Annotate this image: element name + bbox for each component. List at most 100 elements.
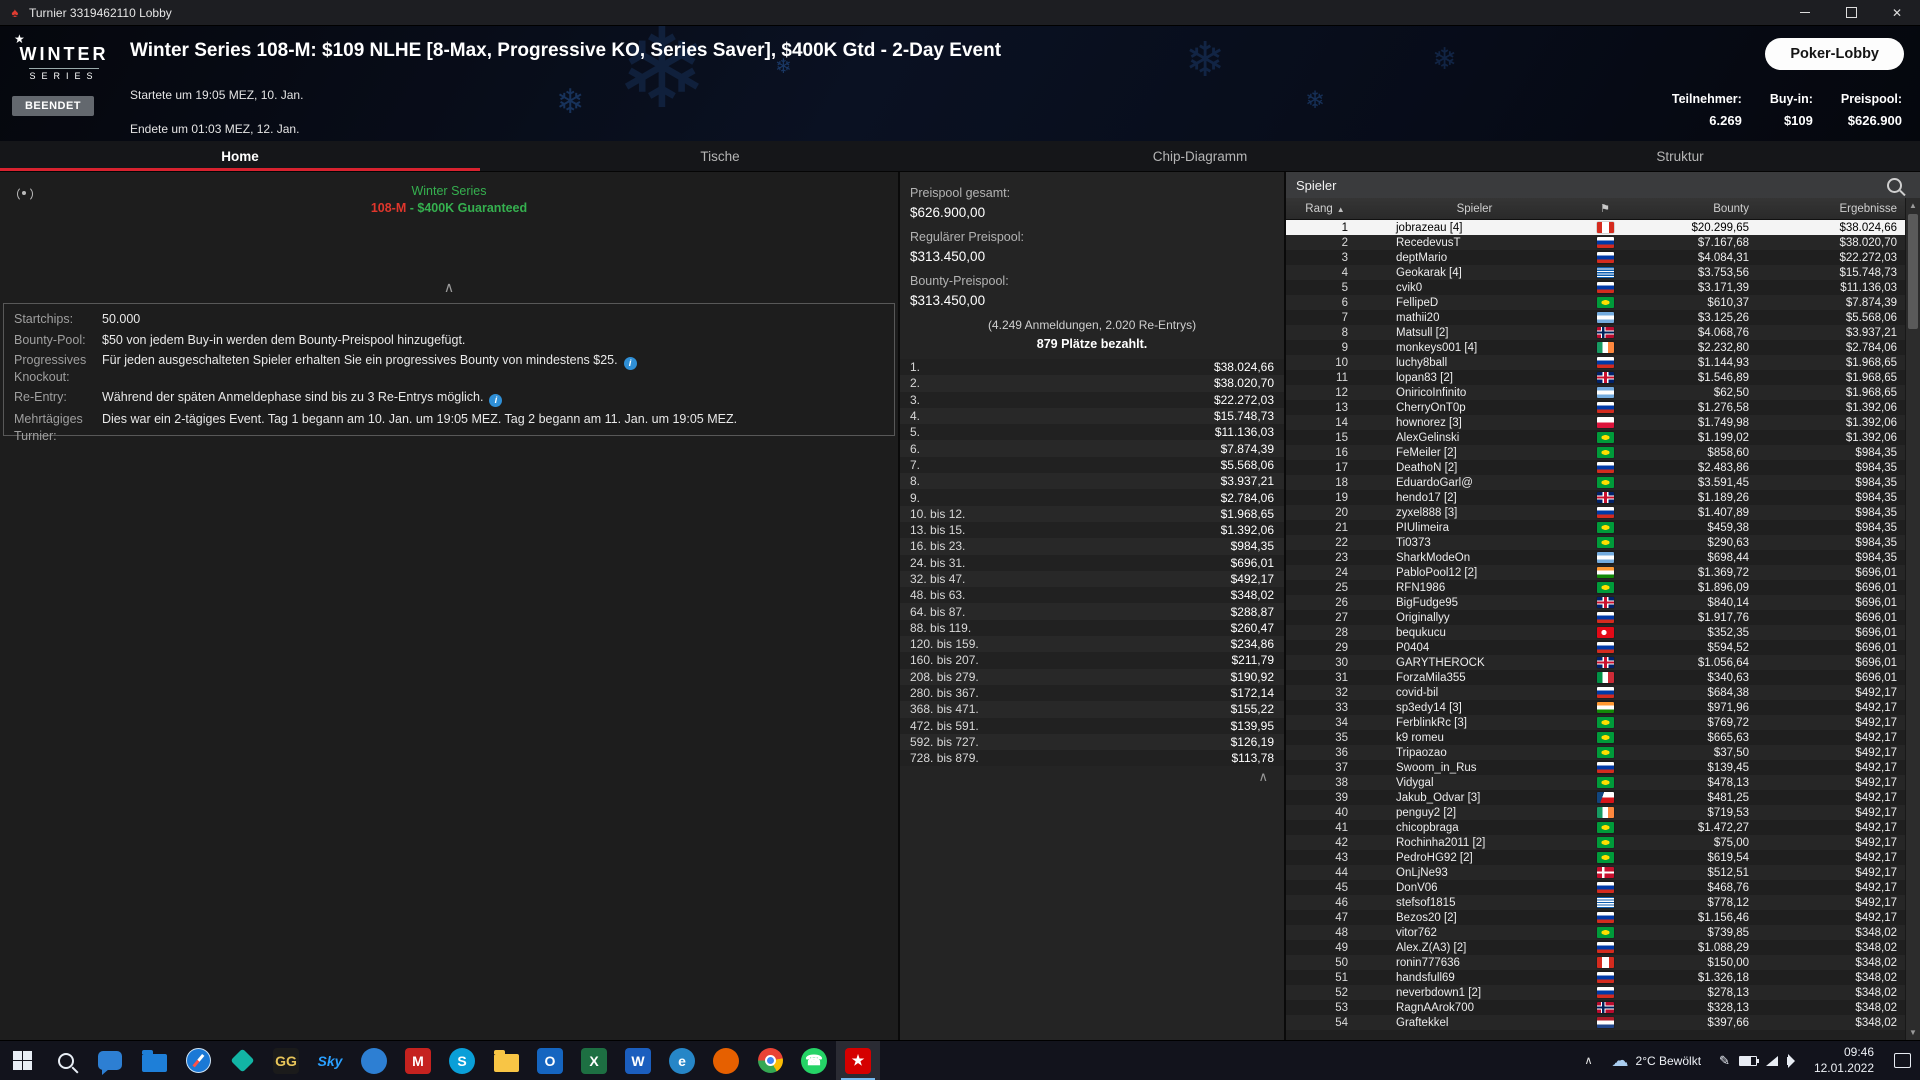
table-row[interactable]: 15 AlexGelinski $1.199,02 $1.392,06 xyxy=(1286,430,1920,445)
battery-icon[interactable] xyxy=(1738,1055,1759,1066)
close-button[interactable] xyxy=(1874,0,1920,25)
table-row[interactable]: 13 CherryOnT0p $1.276,58 $1.392,06 xyxy=(1286,400,1920,415)
table-row[interactable]: 29 P0404 $594,52 $696,01 xyxy=(1286,640,1920,655)
weather-widget[interactable]: ☁ 2°C Bewölkt xyxy=(1602,1041,1712,1080)
flag-column-icon[interactable]: ⚑ xyxy=(1585,202,1625,215)
pokerstars-icon[interactable]: ★ xyxy=(836,1041,880,1080)
table-row[interactable]: 35 k9 romeu $665,63 $492,17 xyxy=(1286,730,1920,745)
table-row[interactable]: 40 penguy2 [2] $719,53 $492,17 xyxy=(1286,805,1920,820)
safari-icon[interactable] xyxy=(176,1041,220,1080)
skype-icon[interactable]: S xyxy=(440,1041,484,1080)
poker-lobby-button[interactable]: Poker-Lobby xyxy=(1765,38,1904,70)
firefox-icon[interactable] xyxy=(704,1041,748,1080)
table-row[interactable]: 39 Jakub_Odvar [3] $481,25 $492,17 xyxy=(1286,790,1920,805)
table-row[interactable]: 53 RagnAArok700 $328,13 $348,02 xyxy=(1286,1000,1920,1015)
excel-icon[interactable]: X xyxy=(572,1041,616,1080)
table-row[interactable]: 6 FellipeD $610,37 $7.874,39 xyxy=(1286,295,1920,310)
players-scrollbar[interactable]: ▲ ▼ xyxy=(1905,198,1920,1040)
table-row[interactable]: 26 BigFudge95 $840,14 $696,01 xyxy=(1286,595,1920,610)
edge-icon[interactable]: e xyxy=(660,1041,704,1080)
table-row[interactable]: 44 OnLjNe93 $512,51 $492,17 xyxy=(1286,865,1920,880)
maximize-button[interactable] xyxy=(1828,0,1874,25)
app-blue-icon[interactable] xyxy=(352,1041,396,1080)
tray-expand-icon[interactable]: ∧ xyxy=(1576,1054,1602,1067)
table-row[interactable]: 54 Graftekkel $397,66 $348,02 xyxy=(1286,1015,1920,1030)
table-row[interactable]: 9 monkeys001 [4] $2.232,80 $2.784,06 xyxy=(1286,340,1920,355)
table-row[interactable]: 27 Originallyy $1.917,76 $696,01 xyxy=(1286,610,1920,625)
column-result[interactable]: Ergebnisse xyxy=(1755,203,1905,215)
search-button[interactable] xyxy=(44,1041,88,1080)
table-row[interactable]: 48 vitor762 $739,85 $348,02 xyxy=(1286,925,1920,940)
table-row[interactable]: 17 DeathoN [2] $2.483,86 $984,35 xyxy=(1286,460,1920,475)
scrollbar-thumb[interactable] xyxy=(1908,214,1918,329)
table-row[interactable]: 37 Swoom_in_Rus $139,45 $492,17 xyxy=(1286,760,1920,775)
start-button[interactable] xyxy=(0,1041,44,1080)
table-row[interactable]: 47 Bezos20 [2] $1.156,46 $492,17 xyxy=(1286,910,1920,925)
mail-icon[interactable]: M xyxy=(396,1041,440,1080)
table-row[interactable]: 14 hownorez [3] $1.749,98 $1.392,06 xyxy=(1286,415,1920,430)
announcement-icon[interactable] xyxy=(14,184,34,202)
table-row[interactable]: 46 stefsof1815 $778,12 $492,17 xyxy=(1286,895,1920,910)
table-row[interactable]: 32 covid-bil $684,38 $492,17 xyxy=(1286,685,1920,700)
drive-icon[interactable] xyxy=(220,1041,264,1080)
table-row[interactable]: 42 Rochinha2011 [2] $75,00 $492,17 xyxy=(1286,835,1920,850)
table-row[interactable]: 28 bequkucu $352,35 $696,01 xyxy=(1286,625,1920,640)
table-row[interactable]: 18 EduardoGarl@ $3.591,45 $984,35 xyxy=(1286,475,1920,490)
collapse-chevron-icon[interactable]: ∧ xyxy=(0,280,898,294)
table-row[interactable]: 16 FeMeiler [2] $858,60 $984,35 xyxy=(1286,445,1920,460)
tab-tische[interactable]: Tische xyxy=(480,141,960,171)
table-row[interactable]: 52 neverbdown1 [2] $278,13 $348,02 xyxy=(1286,985,1920,1000)
table-row[interactable]: 49 Alex.Z(A3) [2] $1.088,29 $348,02 xyxy=(1286,940,1920,955)
table-row[interactable]: 21 PIUlimeira $459,38 $984,35 xyxy=(1286,520,1920,535)
onedrive-icon[interactable] xyxy=(132,1041,176,1080)
table-row[interactable]: 38 Vidygal $478,13 $492,17 xyxy=(1286,775,1920,790)
table-row[interactable]: 24 PabloPool12 [2] $1.369,72 $696,01 xyxy=(1286,565,1920,580)
table-row[interactable]: 25 RFN1986 $1.896,09 $696,01 xyxy=(1286,580,1920,595)
table-row[interactable]: 22 Ti0373 $290,63 $984,35 xyxy=(1286,535,1920,550)
table-row[interactable]: 33 sp3edy14 [3] $971,96 $492,17 xyxy=(1286,700,1920,715)
table-row[interactable]: 41 chicopbraga $1.472,27 $492,17 xyxy=(1286,820,1920,835)
column-bounty[interactable]: Bounty xyxy=(1625,203,1755,215)
table-row[interactable]: 19 hendo17 [2] $1.189,26 $984,35 xyxy=(1286,490,1920,505)
scroll-up-icon[interactable]: ▲ xyxy=(1906,198,1920,213)
table-row[interactable]: 30 GARYTHEROCK $1.056,64 $696,01 xyxy=(1286,655,1920,670)
tab-chip-diagramm[interactable]: Chip-Diagramm xyxy=(960,141,1440,171)
table-row[interactable]: 31 ForzaMila355 $340,63 $696,01 xyxy=(1286,670,1920,685)
column-rank[interactable]: Rang ▲ xyxy=(1286,203,1364,215)
table-row[interactable]: 8 Matsull [2] $4.068,76 $3.937,21 xyxy=(1286,325,1920,340)
table-row[interactable]: 51 handsfull69 $1.326,18 $348,02 xyxy=(1286,970,1920,985)
whatsapp-icon[interactable]: ☎ xyxy=(792,1041,836,1080)
outlook-icon[interactable]: O xyxy=(528,1041,572,1080)
table-row[interactable]: 45 DonV06 $468,76 $492,17 xyxy=(1286,880,1920,895)
table-row[interactable]: 20 zyxel888 [3] $1.407,89 $984,35 xyxy=(1286,505,1920,520)
table-row[interactable]: 11 lopan83 [2] $1.546,89 $1.968,65 xyxy=(1286,370,1920,385)
table-row[interactable]: 34 FerblinkRc [3] $769,72 $492,17 xyxy=(1286,715,1920,730)
chrome-icon[interactable] xyxy=(748,1041,792,1080)
word-icon[interactable]: W xyxy=(616,1041,660,1080)
ggpoker-icon[interactable]: GG xyxy=(264,1041,308,1080)
table-row[interactable]: 4 Geokarak [4] $3.753,56 $15.748,73 xyxy=(1286,265,1920,280)
clock[interactable]: 09:46 12.01.2022 xyxy=(1804,1045,1884,1076)
info-icon[interactable]: i xyxy=(623,357,637,370)
payout-scroll-up-icon[interactable]: ∧ xyxy=(900,766,1284,785)
table-row[interactable]: 12 OniricoInfinito $62,50 $1.968,65 xyxy=(1286,385,1920,400)
series-link[interactable]: Winter Series xyxy=(0,184,898,198)
table-row[interactable]: 1 jobrazeau [4] $20.299,65 $38.024,66 xyxy=(1286,220,1920,235)
table-row[interactable]: 36 Tripaozao $37,50 $492,17 xyxy=(1286,745,1920,760)
table-row[interactable]: 10 luchy8ball $1.144,93 $1.968,65 xyxy=(1286,355,1920,370)
table-row[interactable]: 5 cvik0 $3.171,39 $11.136,03 xyxy=(1286,280,1920,295)
tab-home[interactable]: Home xyxy=(0,141,480,171)
table-row[interactable]: 50 ronin777636 $150,00 $348,02 xyxy=(1286,955,1920,970)
info-icon[interactable]: i xyxy=(489,394,503,407)
search-icon[interactable] xyxy=(1887,177,1902,193)
scroll-down-icon[interactable]: ▼ xyxy=(1906,1025,1920,1040)
volume-icon[interactable] xyxy=(1786,1053,1795,1068)
column-player[interactable]: Spieler xyxy=(1364,203,1585,215)
table-row[interactable]: 2 RecedevusT $7.167,68 $38.020,70 xyxy=(1286,235,1920,250)
table-row[interactable]: 3 deptMario $4.084,31 $22.272,03 xyxy=(1286,250,1920,265)
network-icon[interactable] xyxy=(1765,1055,1778,1066)
notification-center-button[interactable] xyxy=(1884,1041,1920,1080)
table-row[interactable]: 7 mathii20 $3.125,26 $5.568,06 xyxy=(1286,310,1920,325)
minimize-button[interactable] xyxy=(1782,0,1828,25)
table-row[interactable]: 43 PedroHG92 [2] $619,54 $492,17 xyxy=(1286,850,1920,865)
